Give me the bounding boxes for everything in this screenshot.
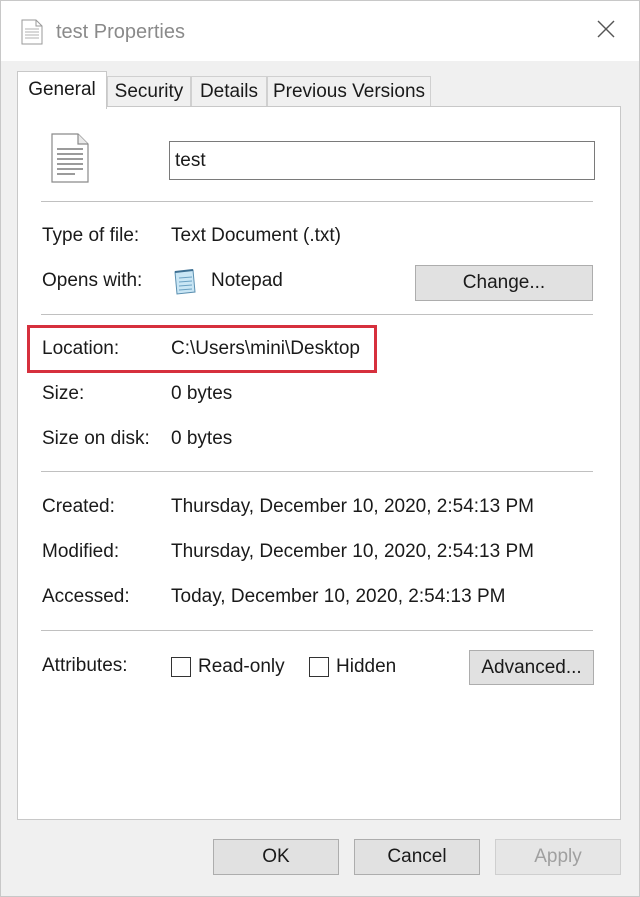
apply-button[interactable]: Apply bbox=[495, 839, 621, 875]
ok-button[interactable]: OK bbox=[213, 839, 339, 875]
created-value: Thursday, December 10, 2020, 2:54:13 PM bbox=[171, 496, 534, 517]
tab-general[interactable]: General bbox=[17, 71, 107, 109]
general-tab-panel bbox=[17, 106, 621, 820]
hidden-checkbox[interactable] bbox=[309, 657, 329, 677]
size-on-disk-value: 0 bytes bbox=[171, 428, 233, 449]
cancel-button[interactable]: Cancel bbox=[354, 839, 480, 875]
separator bbox=[41, 630, 593, 631]
close-icon bbox=[596, 19, 616, 44]
created-label: Created: bbox=[42, 496, 115, 517]
read-only-checkbox[interactable] bbox=[171, 657, 191, 677]
modified-label: Modified: bbox=[42, 541, 120, 562]
title-bar: test Properties bbox=[1, 1, 639, 61]
accessed-label: Accessed: bbox=[42, 586, 130, 607]
tab-details[interactable]: Details bbox=[191, 76, 267, 106]
notepad-icon bbox=[171, 267, 197, 295]
hidden-label[interactable]: Hidden bbox=[336, 656, 396, 678]
type-of-file-value: Text Document (.txt) bbox=[171, 225, 341, 246]
text-document-icon bbox=[51, 133, 89, 183]
modified-value: Thursday, December 10, 2020, 2:54:13 PM bbox=[171, 541, 534, 562]
separator bbox=[41, 314, 593, 315]
location-value: C:\Users\mini\Desktop bbox=[171, 338, 360, 359]
opens-with-value: Notepad bbox=[211, 270, 283, 291]
tab-security[interactable]: Security bbox=[107, 76, 191, 106]
tab-previous-versions[interactable]: Previous Versions bbox=[267, 76, 431, 106]
opens-with-label: Opens with: bbox=[42, 270, 143, 291]
change-button[interactable]: Change... bbox=[415, 265, 593, 301]
size-on-disk-label: Size on disk: bbox=[42, 428, 150, 449]
type-of-file-label: Type of file: bbox=[42, 225, 140, 246]
read-only-label[interactable]: Read-only bbox=[198, 656, 285, 678]
advanced-button[interactable]: Advanced... bbox=[469, 650, 594, 685]
window-title: test Properties bbox=[56, 21, 185, 43]
separator bbox=[41, 201, 593, 202]
text-document-icon bbox=[21, 19, 43, 45]
properties-dialog: test Properties General Security Details… bbox=[0, 0, 640, 897]
location-label: Location: bbox=[42, 338, 120, 359]
size-label: Size: bbox=[42, 383, 85, 404]
attributes-label: Attributes: bbox=[42, 655, 128, 676]
accessed-value: Today, December 10, 2020, 2:54:13 PM bbox=[171, 586, 506, 607]
size-value: 0 bytes bbox=[171, 383, 233, 404]
separator bbox=[41, 471, 593, 472]
close-button[interactable] bbox=[583, 11, 629, 51]
file-name-input[interactable] bbox=[169, 141, 595, 180]
